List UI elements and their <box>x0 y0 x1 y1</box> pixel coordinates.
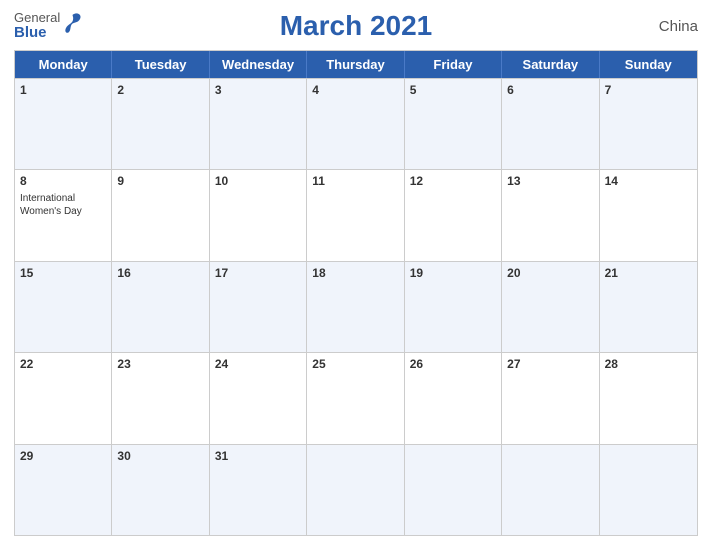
day-number: 13 <box>507 174 593 188</box>
day-number: 1 <box>20 83 106 97</box>
day-number: 25 <box>312 357 398 371</box>
day-cell <box>405 445 502 535</box>
day-number: 11 <box>312 174 398 188</box>
week-row-2: 8 International Women's Day 9 10 11 12 13 14 <box>15 169 697 260</box>
day-number: 6 <box>507 83 593 97</box>
day-number: 20 <box>507 266 593 280</box>
day-cell: 18 <box>307 262 404 352</box>
logo-general-text: General <box>14 11 60 25</box>
logo-bird-icon <box>64 12 84 36</box>
weeks-container: 12345678International Women's Day9101112… <box>15 78 697 535</box>
day-cell: 9 <box>112 170 209 260</box>
day-cell: 23 <box>112 353 209 443</box>
day-number: 14 <box>605 174 692 188</box>
day-cell: 20 <box>502 262 599 352</box>
day-number: 10 <box>215 174 301 188</box>
day-cell <box>600 445 697 535</box>
calendar-grid: MondayTuesdayWednesdayThursdayFridaySatu… <box>14 50 698 536</box>
day-header-sunday: Sunday <box>600 51 697 78</box>
day-cell: 27 <box>502 353 599 443</box>
day-header-wednesday: Wednesday <box>210 51 307 78</box>
day-cell: 19 <box>405 262 502 352</box>
day-cell: 3 <box>210 79 307 169</box>
day-number: 7 <box>605 83 692 97</box>
week-row-4: 22 23 24 25 26 27 28 <box>15 352 697 443</box>
day-number: 27 <box>507 357 593 371</box>
day-number: 3 <box>215 83 301 97</box>
day-cell: 26 <box>405 353 502 443</box>
day-cell: 11 <box>307 170 404 260</box>
day-header-monday: Monday <box>15 51 112 78</box>
day-number: 2 <box>117 83 203 97</box>
day-cell: 21 <box>600 262 697 352</box>
day-cell: 14 <box>600 170 697 260</box>
day-number: 17 <box>215 266 301 280</box>
day-cell: 2 <box>112 79 209 169</box>
day-number: 12 <box>410 174 496 188</box>
day-number: 22 <box>20 357 106 371</box>
day-number: 23 <box>117 357 203 371</box>
day-cell: 5 <box>405 79 502 169</box>
day-header-saturday: Saturday <box>502 51 599 78</box>
day-number: 21 <box>605 266 692 280</box>
day-number: 16 <box>117 266 203 280</box>
calendar-title: March 2021 <box>280 10 433 42</box>
day-cell: 30 <box>112 445 209 535</box>
day-cell: 25 <box>307 353 404 443</box>
logo-blue-text: Blue <box>14 25 60 42</box>
day-number: 4 <box>312 83 398 97</box>
day-number: 15 <box>20 266 106 280</box>
calendar-header: General Blue March 2021 China <box>14 10 698 42</box>
day-cell: 29 <box>15 445 112 535</box>
day-number: 29 <box>20 449 106 463</box>
day-number: 28 <box>605 357 692 371</box>
event-label: International Women's Day <box>20 192 106 218</box>
day-header-friday: Friday <box>405 51 502 78</box>
day-number: 26 <box>410 357 496 371</box>
day-number: 19 <box>410 266 496 280</box>
day-cell: 6 <box>502 79 599 169</box>
day-cell: 12 <box>405 170 502 260</box>
day-cell: 16 <box>112 262 209 352</box>
week-row-5: 29 30 31 <box>15 444 697 535</box>
day-cell: 4 <box>307 79 404 169</box>
day-cell: 24 <box>210 353 307 443</box>
day-cell: 13 <box>502 170 599 260</box>
week-row-3: 15 16 17 18 19 20 21 <box>15 261 697 352</box>
day-number: 9 <box>117 174 203 188</box>
day-header-thursday: Thursday <box>307 51 404 78</box>
day-number: 18 <box>312 266 398 280</box>
day-number: 31 <box>215 449 301 463</box>
day-cell: 28 <box>600 353 697 443</box>
day-number: 24 <box>215 357 301 371</box>
day-headers-row: MondayTuesdayWednesdayThursdayFridaySatu… <box>15 51 697 78</box>
day-cell: 31 <box>210 445 307 535</box>
day-number: 30 <box>117 449 203 463</box>
calendar-country: China <box>659 18 698 35</box>
day-number: 8 <box>20 174 106 188</box>
day-cell <box>307 445 404 535</box>
day-header-tuesday: Tuesday <box>112 51 209 78</box>
logo: General Blue <box>14 11 84 42</box>
day-cell: 15 <box>15 262 112 352</box>
day-cell: 7 <box>600 79 697 169</box>
day-cell: 10 <box>210 170 307 260</box>
day-cell: 17 <box>210 262 307 352</box>
day-cell <box>502 445 599 535</box>
day-number: 5 <box>410 83 496 97</box>
day-cell: 1 <box>15 79 112 169</box>
day-cell: 22 <box>15 353 112 443</box>
calendar-container: General Blue March 2021 China MondayTues… <box>0 0 712 550</box>
day-cell: 8 International Women's Day <box>15 170 112 260</box>
week-row-1: 1234567 <box>15 78 697 169</box>
